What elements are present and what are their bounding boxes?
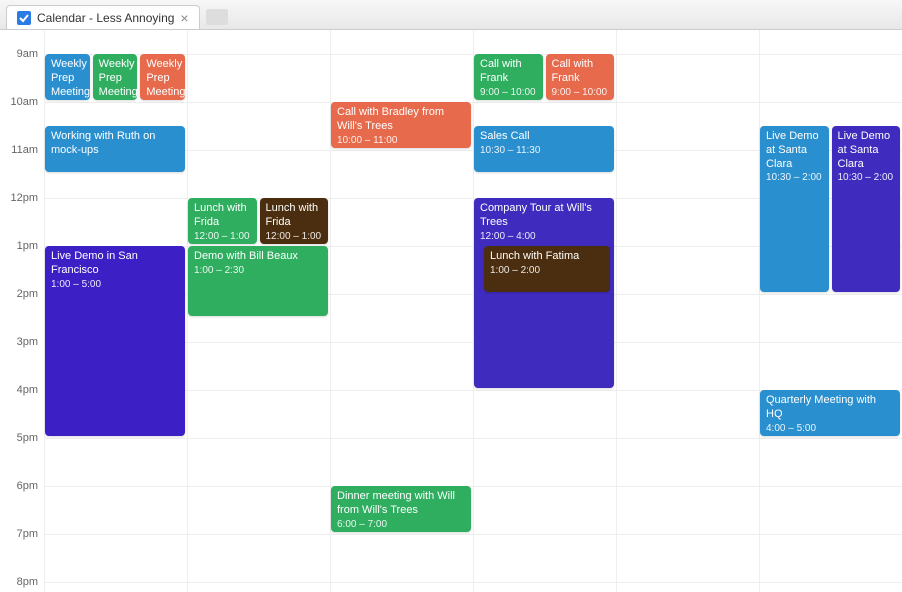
time-label: 11am <box>11 144 38 156</box>
event-time: 1:00 – 5:00 <box>51 279 179 292</box>
event-time: 10:00 – 11:00 <box>337 135 465 148</box>
time-axis: 9am 10am 11am 12pm 1pm 2pm 3pm 4pm 5pm 6pm 7pm 8pm <box>0 30 44 592</box>
event-call-frank-green[interactable]: Call with Frank9:00 – 10:00 <box>474 54 543 100</box>
event-dinner-will[interactable]: Dinner meeting with Will from Will's Tre… <box>331 486 471 532</box>
event-weekly-prep-orange[interactable]: Weekly Prep Meeting9:00 – <box>140 54 185 100</box>
event-title: Live Demo at Santa Clara <box>766 130 823 171</box>
close-icon[interactable]: × <box>180 11 188 25</box>
day-divider <box>616 30 617 592</box>
event-live-demo-sf[interactable]: Live Demo in San Francisco1:00 – 5:00 <box>45 246 185 436</box>
event-time: 12:00 – 1:00 <box>266 231 323 244</box>
check-icon <box>17 11 31 25</box>
event-time: 9:00 – 10:00 <box>552 87 609 100</box>
event-time: 1:00 – 2:30 <box>194 265 322 278</box>
event-title: Working with Ruth on mock-ups <box>51 130 179 158</box>
event-title: Lunch with Frida <box>266 202 323 230</box>
tab-title: Calendar - Less Annoying <box>37 11 174 25</box>
time-label: 7pm <box>17 528 38 540</box>
event-working-with-ruth[interactable]: Working with Ruth on mock-ups <box>45 126 185 172</box>
event-lunch-frida-brown[interactable]: Lunch with Frida12:00 – 1:00 <box>260 198 329 244</box>
event-weekly-prep-blue[interactable]: Weekly Prep Meeting9:00 – <box>45 54 90 100</box>
day-divider <box>759 30 760 592</box>
event-lunch-fatima[interactable]: Lunch with Fatima1:00 – 2:00 <box>484 246 610 292</box>
time-label: 2pm <box>17 288 38 300</box>
time-label: 9am <box>17 48 38 60</box>
time-label: 5pm <box>17 432 38 444</box>
event-title: Live Demo at Santa Clara <box>838 130 895 171</box>
calendar-week-view: 9am10am11am12pm1pm2pm3pm4pm5pm6pm7pm8pm … <box>0 30 902 592</box>
event-time: 10:30 – 11:30 <box>480 145 608 158</box>
time-label: 8pm <box>17 576 38 588</box>
event-live-demo-santa-blue[interactable]: Live Demo at Santa Clara10:30 – 2:00 <box>760 126 829 292</box>
event-title: Lunch with Fatima <box>490 250 604 264</box>
event-title: Lunch with Frida <box>194 202 251 230</box>
event-live-demo-santa-purple[interactable]: Live Demo at Santa Clara10:30 – 2:00 <box>832 126 901 292</box>
browser-tab[interactable]: Calendar - Less Annoying × <box>6 5 200 29</box>
event-time: 10:30 – 2:00 <box>766 172 823 185</box>
event-time: 12:00 – 4:00 <box>480 231 608 244</box>
event-title: Quarterly Meeting with HQ <box>766 394 894 422</box>
event-title: Live Demo in San Francisco <box>51 250 179 278</box>
event-time: 12:00 – 1:00 <box>194 231 251 244</box>
event-time: 4:00 – 5:00 <box>766 423 894 436</box>
time-label: 3pm <box>17 336 38 348</box>
browser-tab-strip: Calendar - Less Annoying × <box>0 0 902 30</box>
event-demo-bill-beaux[interactable]: Demo with Bill Beaux1:00 – 2:30 <box>188 246 328 316</box>
event-title: Weekly Prep Meeting <box>99 58 132 99</box>
event-quarterly-meeting[interactable]: Quarterly Meeting with HQ4:00 – 5:00 <box>760 390 900 436</box>
event-title: Call with Frank <box>552 58 609 86</box>
time-label: 12pm <box>10 192 38 204</box>
event-lunch-frida-green[interactable]: Lunch with Frida12:00 – 1:00 <box>188 198 257 244</box>
event-title: Call with Frank <box>480 58 537 86</box>
event-title: Demo with Bill Beaux <box>194 250 322 264</box>
event-time: 1:00 – 2:00 <box>490 265 604 278</box>
event-call-bradley[interactable]: Call with Bradley from Will's Trees10:00… <box>331 102 471 148</box>
event-title: Weekly Prep Meeting <box>146 58 179 99</box>
event-time: 10:30 – 2:00 <box>838 172 895 185</box>
time-label: 6pm <box>17 480 38 492</box>
event-title: Call with Bradley from Will's Trees <box>337 106 465 134</box>
time-label: 10am <box>10 96 38 108</box>
event-call-frank-orange[interactable]: Call with Frank9:00 – 10:00 <box>546 54 615 100</box>
event-time: 6:00 – 7:00 <box>337 519 465 532</box>
calendar-grid[interactable]: Weekly Prep Meeting9:00 – Weekly Prep Me… <box>44 30 902 592</box>
event-sales-call[interactable]: Sales Call10:30 – 11:30 <box>474 126 614 172</box>
event-weekly-prep-green[interactable]: Weekly Prep Meeting9:00 – <box>93 54 138 100</box>
event-title: Dinner meeting with Will from Will's Tre… <box>337 490 465 518</box>
time-label: 4pm <box>17 384 38 396</box>
event-company-tour[interactable]: Company Tour at Will's Trees12:00 – 4:00… <box>474 198 614 388</box>
event-time: 9:00 – 10:00 <box>480 87 537 100</box>
event-title: Weekly Prep Meeting <box>51 58 84 99</box>
event-title: Sales Call <box>480 130 608 144</box>
event-title: Company Tour at Will's Trees <box>480 202 608 230</box>
time-label: 1pm <box>17 240 38 252</box>
new-tab-button[interactable] <box>206 9 228 25</box>
